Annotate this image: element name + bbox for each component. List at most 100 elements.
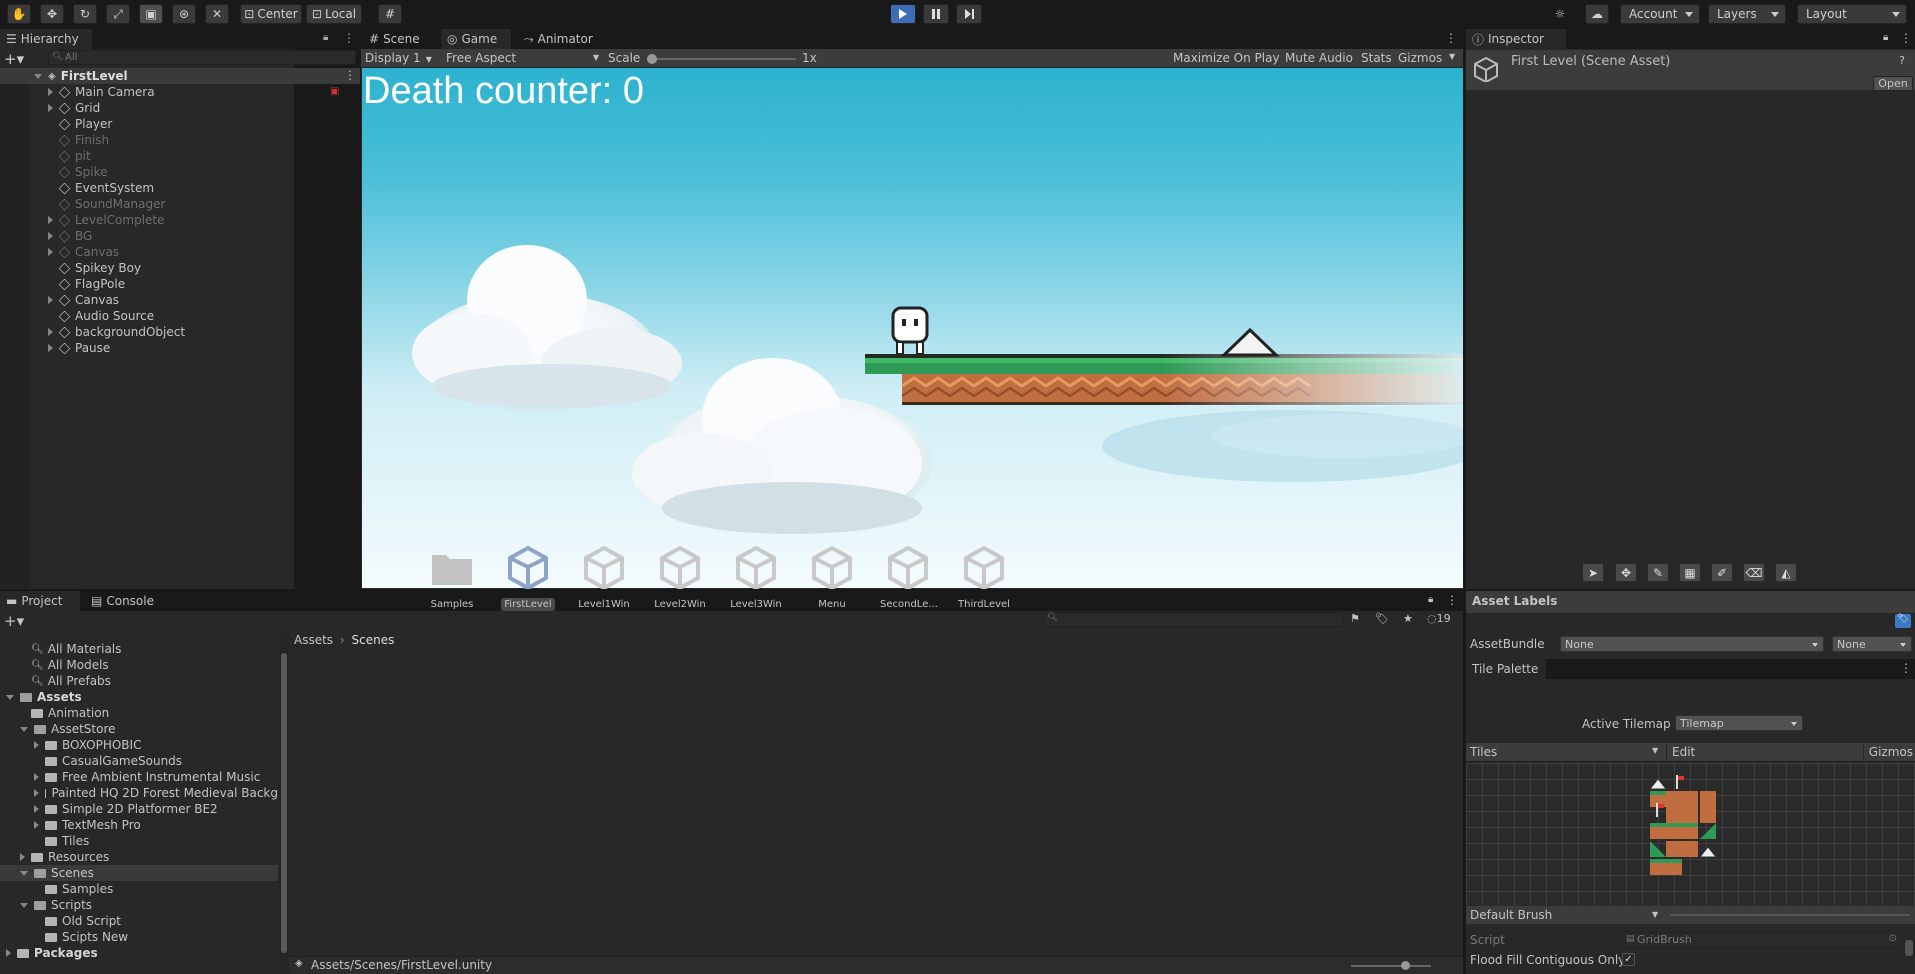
scene-root-row[interactable]: ◈ FirstLevel ⋮	[0, 68, 360, 84]
project-tree-item[interactable]: Tiles	[0, 833, 278, 849]
lighting-icon[interactable]: ☼	[1548, 4, 1572, 24]
expand-arrow-icon[interactable]	[48, 344, 53, 352]
expand-arrow-icon[interactable]	[20, 870, 28, 876]
project-tree-item[interactable]: 🔍︎ All Materials	[0, 641, 278, 657]
stats-toggle[interactable]: Stats	[1361, 51, 1392, 65]
project-tree-item[interactable]: Scripts	[0, 897, 278, 913]
project-tree-item[interactable]: Scenes	[0, 865, 278, 881]
aspect-dropdown[interactable]: Free Aspect ▼	[446, 51, 601, 65]
project-tree-item[interactable]: Samples	[0, 881, 278, 897]
tab-project[interactable]: ▬ Project	[0, 591, 80, 611]
rotate-tool-icon[interactable]: ↻	[73, 4, 97, 24]
breadcrumb-assets[interactable]: Assets	[294, 633, 333, 647]
picker-tool-button[interactable]: ✐	[1711, 563, 1733, 582]
open-button[interactable]: Open	[1873, 76, 1913, 91]
hierarchy-item[interactable]: Spike	[0, 164, 360, 180]
kebab-menu-icon[interactable]: ⋮	[344, 68, 356, 82]
create-asset-button[interactable]: +▾	[4, 612, 24, 630]
tab-tile-palette[interactable]: Tile Palette	[1466, 659, 1546, 679]
kebab-menu-icon[interactable]: ⋮	[1900, 661, 1912, 675]
expand-arrow-icon[interactable]	[48, 216, 53, 224]
favorites-icon[interactable]: ★	[1403, 612, 1413, 625]
tab-game[interactable]: ◎ Game	[441, 29, 511, 49]
expand-arrow-icon[interactable]	[20, 902, 28, 908]
asset-bundle-dropdown[interactable]: None	[1560, 636, 1824, 652]
lock-icon[interactable]: 🔒︎	[1428, 594, 1433, 605]
asset-tile[interactable]: FirstLevel	[497, 545, 559, 611]
move-tool-icon[interactable]: ✥	[40, 4, 64, 24]
expand-arrow-icon[interactable]	[34, 773, 39, 781]
chevron-down-icon[interactable]: ▼	[1652, 910, 1658, 919]
tab-hierarchy[interactable]: ☰ Hierarchy	[0, 29, 92, 49]
filter-by-label-icon[interactable]: 🏷︎	[1375, 612, 1389, 625]
filter-by-type-icon[interactable]: ⚑	[1350, 612, 1360, 625]
project-tree-item[interactable]: AssetStore	[0, 721, 278, 737]
cloud-icon[interactable]: ☁	[1585, 4, 1609, 24]
tab-inspector[interactable]: ⓘ Inspector	[1466, 29, 1566, 49]
expand-arrow-icon[interactable]	[6, 694, 14, 700]
fill-tool-button[interactable]: ◭	[1775, 563, 1797, 582]
tree-scrollbar-thumb[interactable]	[281, 653, 287, 953]
scale-tool-icon[interactable]: ⤢	[106, 4, 130, 24]
edit-toggle[interactable]: Edit	[1666, 745, 1695, 759]
hand-tool-icon[interactable]: ✋	[7, 4, 31, 24]
asset-tile[interactable]: Level1Win	[573, 545, 635, 610]
maximize-on-play-toggle[interactable]: Maximize On Play	[1173, 51, 1280, 65]
hierarchy-item[interactable]: Main Camera	[0, 84, 360, 100]
project-tree-item[interactable]: Animation	[0, 705, 278, 721]
asset-tile[interactable]: Menu	[801, 545, 863, 610]
mute-audio-toggle[interactable]: Mute Audio	[1285, 51, 1353, 65]
hierarchy-item[interactable]: Finish	[0, 132, 360, 148]
expand-arrow-icon[interactable]	[48, 296, 53, 304]
scale-slider-thumb[interactable]	[647, 54, 657, 64]
hierarchy-item[interactable]: SoundManager	[0, 196, 360, 212]
layout-dropdown[interactable]: Layout	[1797, 4, 1907, 24]
expand-arrow-icon[interactable]	[48, 104, 53, 112]
tab-animator[interactable]: ⤳ Animator	[518, 29, 599, 49]
hierarchy-item[interactable]: FlagPole	[0, 276, 360, 292]
expand-arrow-icon[interactable]	[6, 949, 11, 957]
expand-arrow-icon[interactable]	[34, 805, 39, 813]
label-tag-icon[interactable]: 🏷︎	[1895, 614, 1911, 628]
hierarchy-item[interactable]: Canvas	[0, 244, 360, 260]
help-icon[interactable]: ?	[1899, 54, 1905, 67]
project-tree-item[interactable]: Resources	[0, 849, 278, 865]
hierarchy-search-input[interactable]: 🔍︎ All	[48, 50, 356, 65]
asset-tile[interactable]: SecondLe...	[877, 545, 939, 610]
hierarchy-item[interactable]: EventSystem	[0, 180, 360, 196]
pivot-local-button[interactable]: ⊡ Local	[306, 4, 362, 24]
icon-size-slider[interactable]	[1351, 961, 1431, 970]
project-tree-item[interactable]: Old Script	[0, 913, 278, 929]
asset-tile[interactable]: Samples	[421, 545, 483, 610]
expand-arrow-icon[interactable]	[48, 328, 53, 336]
hierarchy-item[interactable]: BG	[0, 228, 360, 244]
kebab-menu-icon[interactable]: ⋮	[1446, 593, 1458, 607]
step-button[interactable]	[956, 4, 982, 24]
tiles-dropdown[interactable]: Tiles	[1470, 745, 1497, 759]
lock-icon[interactable]: 🔒︎	[323, 32, 328, 43]
asset-tile[interactable]: Level3Win	[725, 545, 787, 610]
expand-arrow-icon[interactable]	[48, 88, 53, 96]
tile-grid[interactable]	[1466, 763, 1915, 906]
project-tree-item[interactable]: TextMesh Pro	[0, 817, 278, 833]
box-fill-tool-button[interactable]: ▦	[1679, 563, 1701, 582]
pause-button[interactable]	[923, 4, 949, 24]
hidden-packages-toggle[interactable]: ◌19	[1427, 612, 1451, 625]
chevron-down-icon[interactable]: ▼	[1449, 52, 1455, 61]
project-tree-item[interactable]: Scipts New	[0, 929, 278, 945]
account-dropdown[interactable]: Account	[1620, 4, 1700, 24]
tree-scrollbar[interactable]	[279, 633, 289, 974]
hierarchy-item[interactable]: LevelComplete	[0, 212, 360, 228]
grid-snap-icon[interactable]: #	[378, 4, 402, 24]
pivot-center-button[interactable]: ⊡ Center	[240, 4, 302, 24]
icon-size-thumb[interactable]	[1401, 961, 1410, 970]
hierarchy-item[interactable]: Player	[0, 116, 360, 132]
tab-scene[interactable]: # Scene	[363, 29, 426, 49]
expand-arrow-icon[interactable]	[48, 232, 53, 240]
game-viewport[interactable]: Death counter: 0	[362, 68, 1463, 588]
asset-tile[interactable]: Level2Win	[649, 545, 711, 610]
project-tree-item[interactable]: Simple 2D Platformer BE2	[0, 801, 278, 817]
display-dropdown[interactable]: Display 1 ▼	[365, 51, 432, 65]
erase-tool-button[interactable]: ⌫	[1743, 563, 1765, 582]
project-tree-item[interactable]: Painted HQ 2D Forest Medieval Backg	[0, 785, 278, 801]
